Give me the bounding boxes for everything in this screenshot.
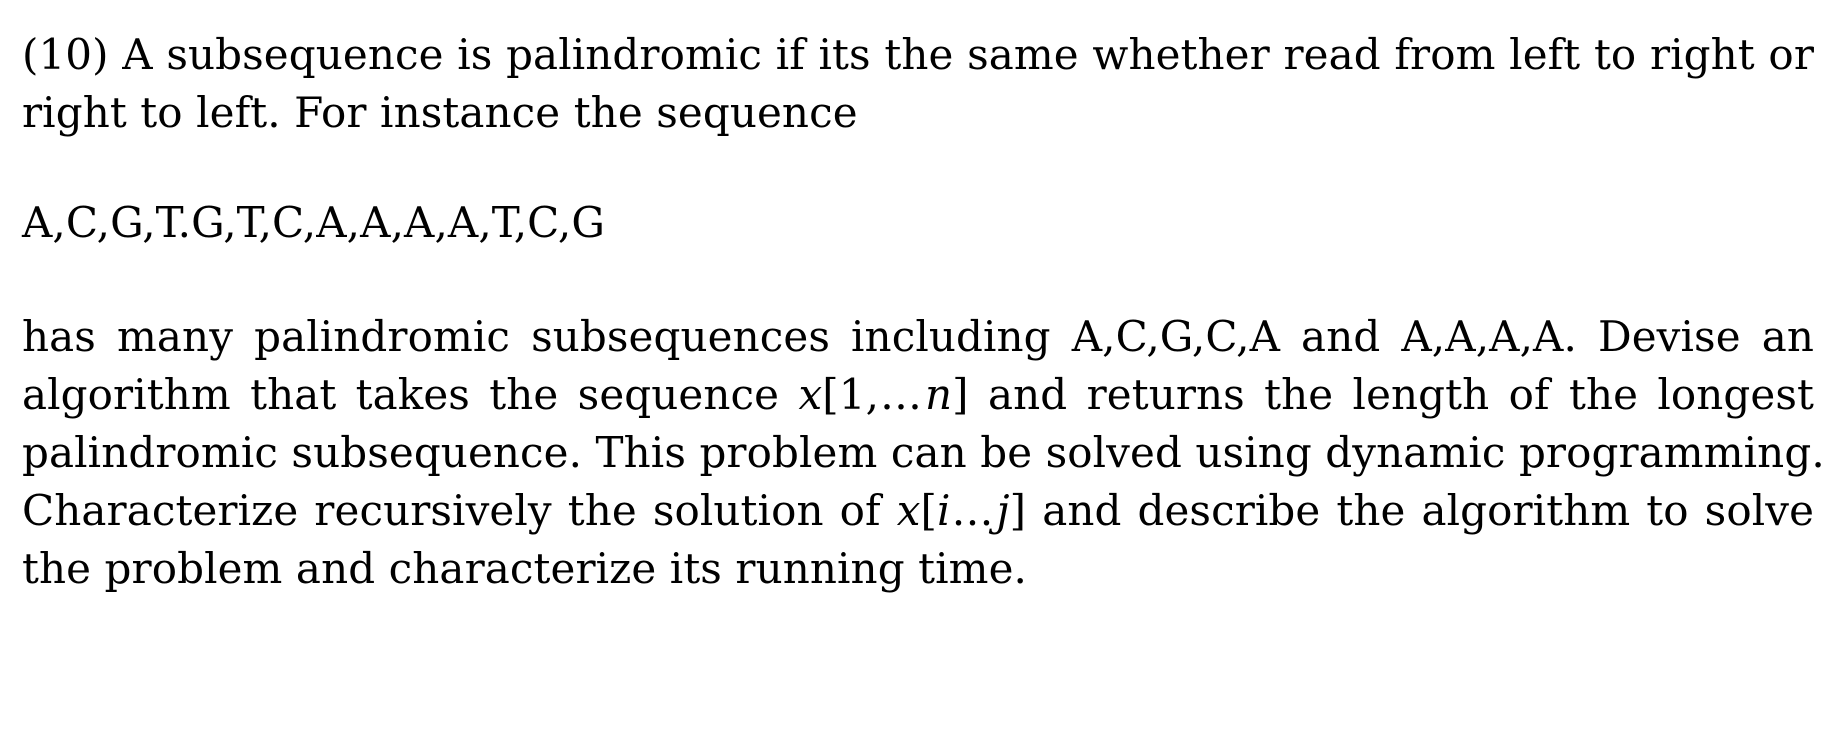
paragraph-2-line-1: has many palindromic subsequences includ…	[22, 312, 1814, 361]
math-index-end: n	[925, 370, 953, 419]
math-expression-x-i-to-j: x[i…j]	[897, 486, 1026, 535]
math-variable-x: x	[798, 370, 823, 419]
paragraph-2-line-2-text-a: algorithm that takes the sequence	[22, 370, 780, 419]
math-variable-x-2: x	[896, 486, 921, 535]
paragraph-2-line-4-text-b: and describe the algorithm to solve	[1042, 486, 1815, 535]
vertical-gap-below-sequence	[22, 252, 1814, 308]
math-index-start: 1	[838, 370, 866, 419]
vertical-gap-above-sequence	[22, 142, 1814, 194]
math-open-bracket: [	[822, 370, 839, 419]
math-comma: ,	[865, 370, 880, 419]
paragraph-2-line-2: algorithm that takes the sequence x[1,…n…	[22, 366, 1814, 424]
math-index-i: i	[936, 486, 951, 535]
problem-statement-paragraph-2: has many palindromic subsequences includ…	[22, 308, 1825, 598]
document-page: (10) A subsequence is palindromic if its…	[0, 0, 1836, 738]
document-body: (10) A subsequence is palindromic if its…	[22, 26, 1825, 598]
paragraph-2-line-3: palindromic subsequence. This problem ca…	[22, 428, 1825, 477]
math-index-j: j	[996, 486, 1010, 535]
paragraph-2-line-4: Characterize recursively the solution of…	[22, 482, 1814, 540]
math-ellipsis: …	[880, 370, 925, 419]
math-open-bracket-2: [	[920, 486, 937, 535]
math-close-bracket-2: ]	[1009, 486, 1027, 535]
paragraph-2-line-2-text-b: and returns the length of the longest	[988, 370, 1815, 419]
paragraph-1-line-1: (10) A subsequence is palindromic if its…	[22, 30, 1814, 79]
math-ellipsis-2: …	[951, 486, 996, 535]
problem-statement-paragraph-1: (10) A subsequence is palindromic if its…	[22, 26, 1814, 142]
dna-sequence-block: A,C,G,T.G,T,C,A,A,A,A,T,C,G	[22, 198, 606, 247]
math-close-bracket: ]	[952, 370, 969, 419]
paragraph-2-line-4-text-a: Characterize recursively the solution of	[22, 486, 881, 535]
math-expression-x-1-to-n: x[1,…n]	[798, 370, 968, 419]
paragraph-1-line-2: right to left. For instance the sequence	[22, 88, 858, 137]
paragraph-2-line-5: the problem and characterize its running…	[22, 544, 1027, 593]
